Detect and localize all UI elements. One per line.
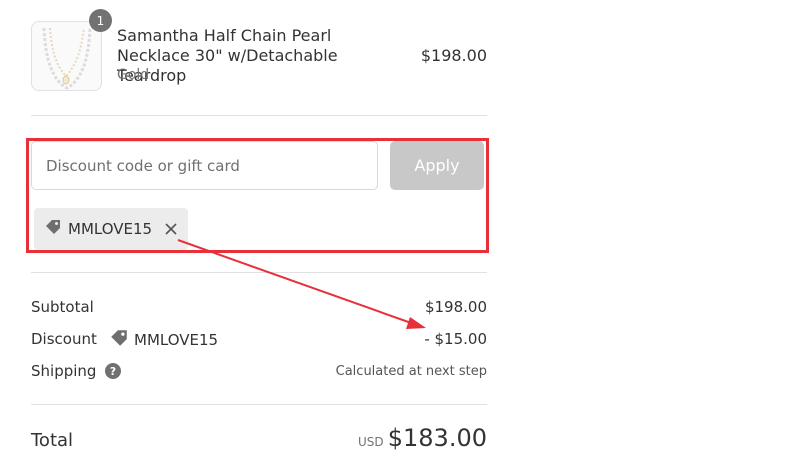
product-name: Samantha Half Chain Pearl Necklace 30" w… (117, 26, 338, 85)
total-label: Total (31, 430, 74, 451)
discount-code-display: MMLOVE15 (109, 328, 218, 352)
highlight-annotation (26, 138, 489, 253)
discount-label: Discount (31, 330, 97, 348)
discount-value: - $15.00 (424, 330, 487, 348)
discount-code-text: MMLOVE15 (134, 331, 219, 349)
divider (31, 272, 487, 273)
divider (31, 404, 487, 405)
product-price: $198.00 (420, 46, 487, 65)
subtotal-label: Subtotal (31, 298, 94, 316)
shipping-label: Shipping (31, 362, 97, 380)
currency-label: USD (358, 435, 384, 449)
tag-icon (109, 328, 129, 352)
help-icon[interactable]: ? (105, 363, 121, 379)
product-variant: Gold (117, 67, 150, 83)
shipping-value: Calculated at next step (335, 364, 487, 379)
total-amount: $183.00 (387, 424, 487, 452)
pearl-necklace-image (42, 27, 92, 90)
subtotal-value: $198.00 (424, 298, 487, 316)
quantity-badge: 1 (89, 9, 112, 32)
product-image (31, 21, 102, 91)
divider (31, 115, 487, 116)
